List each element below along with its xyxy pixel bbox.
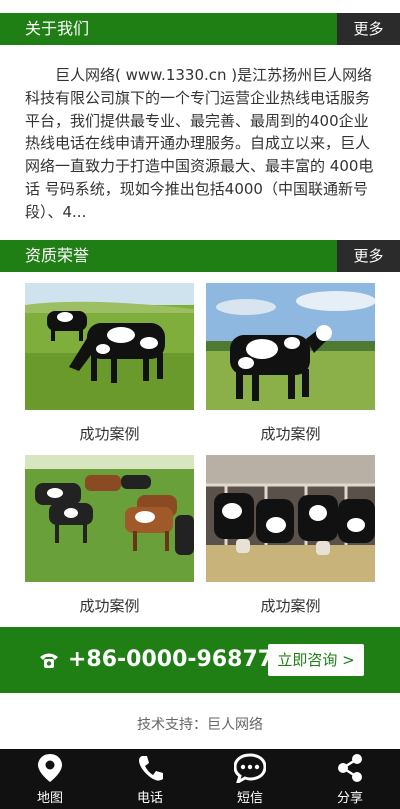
- case-caption: 成功案例: [79, 425, 140, 443]
- contact-banner: +86-0000-96877 立即咨询 >: [0, 627, 400, 693]
- case-card[interactable]: 成功案例: [206, 455, 375, 615]
- nav-item-sms[interactable]: 短信: [200, 749, 300, 809]
- chat-icon: [234, 753, 266, 783]
- nav-label: 短信: [236, 791, 263, 806]
- nav-item-map[interactable]: 地图: [0, 749, 100, 809]
- bottom-nav: 地图 电话 短信 分享: [0, 749, 400, 809]
- case-caption: 成功案例: [79, 597, 140, 615]
- nav-label: 分享: [336, 791, 363, 806]
- case-card[interactable]: 成功案例: [206, 283, 375, 443]
- case-caption: 成功案例: [260, 425, 321, 443]
- honors-header: 资质荣誉 更多: [0, 240, 400, 272]
- consult-button[interactable]: 立即咨询 >: [268, 644, 364, 676]
- about-title: 关于我们: [25, 19, 90, 38]
- hotline[interactable]: +86-0000-96877: [38, 627, 273, 693]
- nav-item-share[interactable]: 分享: [300, 749, 400, 809]
- case-caption: 成功案例: [260, 597, 321, 615]
- honors-more-button[interactable]: 更多: [337, 240, 400, 272]
- about-more-button[interactable]: 更多: [337, 13, 400, 45]
- case-card[interactable]: 成功案例: [25, 283, 194, 443]
- case-card[interactable]: 成功案例: [25, 455, 194, 615]
- map-pin-icon: [38, 754, 62, 782]
- case-photo: [206, 283, 375, 410]
- tech-support: 技术支持：巨人网络: [137, 717, 263, 733]
- about-text: 巨人网络( www.1330.cn )是江苏扬州巨人网络科技有限公司旗下的一个专…: [25, 66, 374, 221]
- nav-label: 地图: [36, 791, 63, 806]
- share-icon: [338, 754, 362, 782]
- nav-label: 电话: [136, 791, 163, 806]
- hotline-number: +86-0000-96877: [68, 647, 274, 672]
- honors-title: 资质荣誉: [25, 246, 90, 265]
- phone-icon: [139, 756, 163, 781]
- telephone-icon: [40, 653, 58, 668]
- case-photo: [206, 455, 375, 582]
- case-photo: [25, 455, 194, 582]
- nav-item-phone[interactable]: 电话: [100, 749, 200, 809]
- about-header: 关于我们 更多: [0, 13, 400, 45]
- case-photo: [25, 283, 194, 410]
